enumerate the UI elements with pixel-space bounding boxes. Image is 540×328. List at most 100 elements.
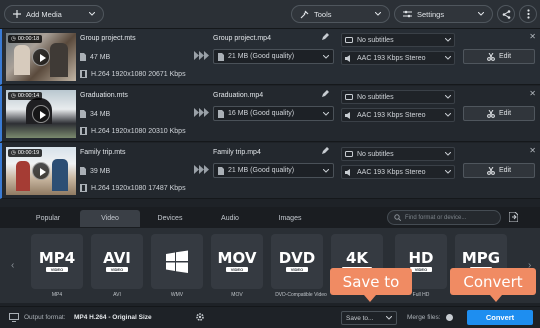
- top-toolbar: Add Media Tools Settings: [0, 0, 540, 29]
- format-badge-text: HD: [408, 249, 434, 267]
- convert-callout: Convert: [450, 268, 536, 295]
- chevron-down-icon: [445, 38, 451, 42]
- video-thumbnail[interactable]: ◷ 00:00:18: [6, 33, 76, 81]
- format-mov[interactable]: MOV VIDEO: [211, 234, 263, 291]
- save-to-button[interactable]: Save to...: [341, 311, 397, 325]
- tools-button[interactable]: Tools: [291, 5, 390, 23]
- chevron-down-icon: [445, 152, 451, 156]
- merge-files-label: Merge files:: [407, 314, 441, 321]
- audio-select[interactable]: AAC 193 Kbps Stereo: [341, 108, 455, 122]
- settings-button[interactable]: Settings: [394, 5, 493, 23]
- subtitles-select[interactable]: No subtitles: [341, 33, 455, 47]
- play-icon[interactable]: [32, 48, 50, 66]
- tab-images[interactable]: Images: [260, 210, 320, 227]
- monitor-icon: [9, 313, 19, 322]
- format-wmv[interactable]: [151, 234, 203, 291]
- file-row-0[interactable]: ◷ 00:00:18 Group project.mts 47 MB H.264 …: [0, 29, 540, 85]
- chevron-down-icon: [445, 170, 451, 174]
- chevron-down-icon: [375, 12, 381, 16]
- output-quality-text: 21 MB (Good quality): [228, 167, 295, 174]
- source-info: H.264 1920x1080 20310 Kbps: [80, 127, 186, 135]
- merge-files-toggle[interactable]: [446, 314, 453, 321]
- format-dvd[interactable]: DVD VIDEO: [271, 234, 323, 291]
- subtitles-icon: [345, 151, 353, 157]
- audio-select[interactable]: AAC 193 Kbps Stereo: [341, 51, 455, 65]
- pencil-icon[interactable]: [321, 90, 329, 98]
- pencil-icon[interactable]: [321, 33, 329, 41]
- format-label-mov: MOV: [231, 292, 243, 298]
- tab-devices[interactable]: Devices: [140, 210, 200, 227]
- output-filename[interactable]: Graduation.mp4: [213, 92, 263, 99]
- close-icon[interactable]: ✕: [529, 146, 536, 155]
- tab-audio[interactable]: Audio: [200, 210, 260, 227]
- file-row-2[interactable]: ◷ 00:00:19 Family trip.mts 39 MB H.264 19…: [0, 143, 540, 199]
- format-badge-text: MOV: [217, 249, 257, 267]
- play-icon[interactable]: [32, 162, 50, 180]
- subtitles-select[interactable]: No subtitles: [341, 147, 455, 161]
- file-icon: [80, 53, 86, 61]
- more-button[interactable]: [519, 5, 537, 23]
- output-filename[interactable]: Group project.mp4: [213, 35, 271, 42]
- output-format-value[interactable]: MP4 H.264 - Original Size: [74, 314, 152, 321]
- file-icon: [218, 166, 224, 175]
- audio-select[interactable]: AAC 193 Kbps Stereo: [341, 165, 455, 179]
- film-icon: [80, 70, 87, 78]
- convert-button[interactable]: Convert: [467, 310, 533, 325]
- source-info: H.264 1920x1080 17487 Kbps: [80, 184, 186, 192]
- tab-popular[interactable]: Popular: [18, 210, 78, 227]
- output-quality-select[interactable]: 21 MB (Good quality): [213, 49, 334, 64]
- audio-text: AAC 193 Kbps Stereo: [357, 54, 426, 62]
- edit-button[interactable]: Edit: [463, 49, 535, 64]
- format-badge-sub: VIDEO: [285, 267, 309, 272]
- source-size-text: 39 MB: [90, 167, 111, 175]
- chevron-left-icon[interactable]: ‹: [11, 260, 14, 271]
- share-button[interactable]: [497, 5, 515, 23]
- output-quality-select[interactable]: 21 MB (Good quality): [213, 163, 334, 178]
- search-icon: [394, 214, 401, 221]
- tools-label: Tools: [314, 9, 332, 19]
- chevron-down-icon: [445, 56, 451, 60]
- add-media-button[interactable]: Add Media: [4, 5, 104, 23]
- format-badge-sub: VIDEO: [225, 267, 249, 272]
- format-search[interactable]: Find format or device...: [387, 210, 501, 225]
- subtitles-select[interactable]: No subtitles: [341, 90, 455, 104]
- gear-icon[interactable]: [195, 312, 205, 322]
- close-icon[interactable]: ✕: [529, 32, 536, 41]
- source-size-text: 47 MB: [90, 53, 111, 61]
- chevron-down-icon: [323, 111, 329, 116]
- edit-button[interactable]: Edit: [463, 163, 535, 178]
- close-icon[interactable]: ✕: [529, 89, 536, 98]
- tab-video[interactable]: Video: [80, 210, 140, 227]
- video-thumbnail[interactable]: ◷ 00:00:14: [6, 90, 76, 138]
- speaker-icon: [345, 111, 353, 119]
- format-label-avi: AVI: [113, 292, 121, 298]
- file-icon: [80, 110, 86, 118]
- callout-pointer: [490, 295, 502, 302]
- search-input[interactable]: Find format or device...: [405, 215, 466, 221]
- source-filename: Family trip.mts: [80, 149, 126, 156]
- file-list-empty-area: [0, 200, 540, 207]
- format-badge-sub: VIDEO: [409, 267, 433, 272]
- subtitles-icon: [345, 94, 353, 100]
- convert-arrow-icon: [194, 165, 209, 174]
- play-icon[interactable]: [32, 105, 50, 123]
- duration-badge: ◷ 00:00:18: [8, 35, 43, 43]
- format-mp4[interactable]: MP4 VIDEO: [31, 234, 83, 291]
- subtitles-text: No subtitles: [357, 93, 394, 101]
- output-filename[interactable]: Family trip.mp4: [213, 149, 261, 156]
- duration-badge: ◷ 00:00:14: [8, 92, 43, 100]
- file-row-1[interactable]: ◷ 00:00:14 Graduation.mts 34 MB H.264 192…: [0, 86, 540, 142]
- video-thumbnail[interactable]: ◷ 00:00:19: [6, 147, 76, 195]
- scissors-icon: [487, 52, 495, 61]
- pencil-icon[interactable]: [321, 147, 329, 155]
- duration-badge: ◷ 00:00:19: [8, 149, 43, 157]
- edit-button[interactable]: Edit: [463, 106, 535, 121]
- export-format-icon[interactable]: [509, 212, 518, 222]
- format-tab-bar: Popular Video Devices Audio Images Find …: [0, 207, 540, 228]
- tools-icon: [300, 10, 309, 19]
- format-avi[interactable]: AVI VIDEO: [91, 234, 143, 291]
- format-label-mp4: MP4: [51, 292, 63, 298]
- file-icon: [218, 109, 224, 118]
- save-to-callout: Save to: [330, 268, 412, 295]
- output-quality-select[interactable]: 16 MB (Good quality): [213, 106, 334, 121]
